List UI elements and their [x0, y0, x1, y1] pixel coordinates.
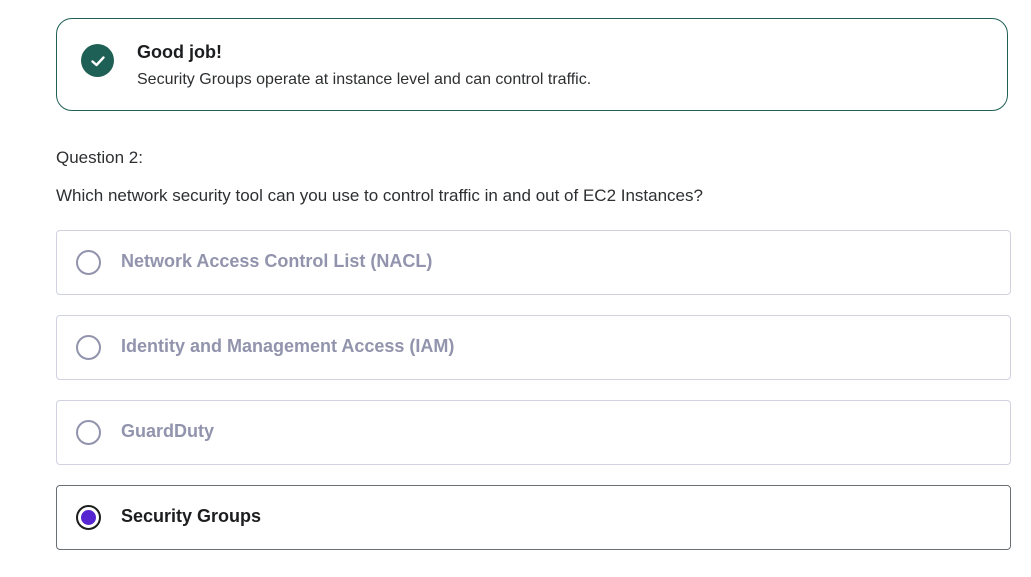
answer-option-label: Identity and Management Access (IAM) [121, 336, 455, 356]
question-text: Which network security tool can you use … [56, 186, 703, 205]
feedback-message: Security Groups operate at instance leve… [137, 71, 592, 88]
question-number: Question 2: [56, 148, 143, 167]
radio-selected-dot [81, 510, 96, 525]
answer-option-guardduty[interactable]: GuardDuty [56, 400, 1011, 465]
radio-button[interactable] [76, 420, 101, 445]
check-circle-icon [81, 44, 114, 77]
radio-button[interactable] [76, 335, 101, 360]
answer-option-security-groups[interactable]: Security Groups [56, 485, 1011, 550]
answer-option-label: Security Groups [121, 506, 262, 526]
radio-button[interactable] [76, 250, 101, 275]
answer-option-label: GuardDuty [121, 421, 215, 441]
answer-option-nacl[interactable]: Network Access Control List (NACL) [56, 230, 1011, 295]
feedback-title: Good job! [137, 42, 222, 62]
radio-button-selected[interactable] [76, 505, 101, 530]
answer-option-label: Network Access Control List (NACL) [121, 251, 433, 271]
feedback-banner: Good job! Security Groups operate at ins… [56, 18, 1008, 111]
answer-option-iam[interactable]: Identity and Management Access (IAM) [56, 315, 1011, 380]
